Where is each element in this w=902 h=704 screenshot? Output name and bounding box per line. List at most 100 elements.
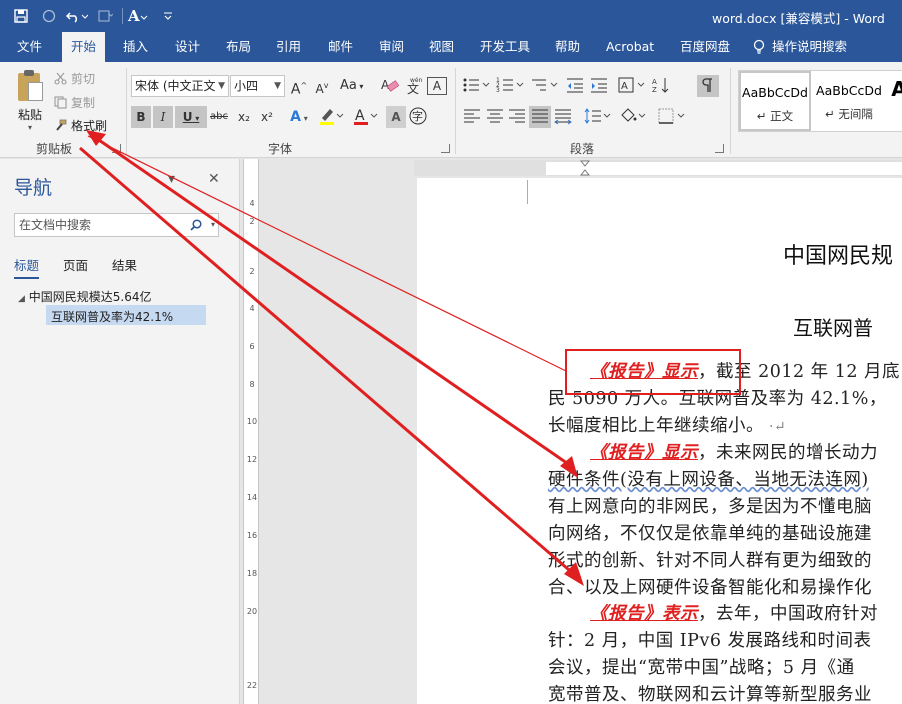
tab-layout[interactable]: 布局	[217, 32, 260, 62]
tree-item-heading-1[interactable]: ◢ 中国网民规模达5.64亿	[18, 288, 151, 305]
nav-tab-pages[interactable]: 页面	[63, 255, 88, 279]
clipboard-paste-icon	[15, 70, 45, 102]
font-icon[interactable]: A	[127, 5, 153, 27]
customize-icon[interactable]	[155, 5, 181, 27]
navigation-search-input[interactable]: 在文档中搜索 ▾	[14, 213, 219, 237]
chevron-down-icon[interactable]: ▾	[211, 214, 215, 236]
bold-button[interactable]: B	[131, 106, 151, 128]
grow-font-button[interactable]: A^	[289, 75, 309, 98]
font-size-dropdown[interactable]: 小四 ▼	[230, 75, 285, 97]
paragraph-line: 合、以及上网硬件设备智能化和易操作化	[548, 578, 872, 598]
numbering-button[interactable]: 123	[496, 75, 526, 97]
collapse-triangle-icon[interactable]: ◢	[18, 294, 25, 304]
indent-marker-icon[interactable]	[580, 160, 590, 176]
copy-button[interactable]: 复制	[54, 94, 95, 111]
align-right-button[interactable]	[507, 106, 527, 128]
style-normal[interactable]: AaBbCcDd ↵ 正文	[739, 71, 811, 131]
tab-insert[interactable]: 插入	[114, 32, 157, 62]
chevron-down-icon[interactable]: ▾	[168, 171, 175, 187]
format-painter-label: 格式刷	[71, 119, 108, 133]
search-icon[interactable]	[190, 219, 202, 231]
nav-tab-results[interactable]: 结果	[112, 255, 137, 279]
redo-icon[interactable]	[92, 5, 118, 27]
undo-icon[interactable]	[64, 5, 90, 27]
ribbon-tabs: 文件 开始 插入 设计 布局 引用 邮件 审阅 视图 开发工具 帮助 Acrob…	[0, 32, 902, 62]
toolbar-divider	[122, 8, 123, 24]
paragraph-line: 形式的创新、针对不同人群有更为细致的	[548, 551, 872, 571]
underline-button[interactable]: U ▾	[175, 106, 207, 128]
tab-file[interactable]: 文件	[8, 32, 51, 62]
tab-design[interactable]: 设计	[166, 32, 209, 62]
lightbulb-icon	[753, 39, 765, 54]
character-shading-button[interactable]: A	[386, 106, 406, 128]
font-name-dropdown[interactable]: 宋体 (中文正文) ▼	[131, 75, 229, 97]
line-spacing-button[interactable]	[582, 106, 612, 128]
tab-references[interactable]: 引用	[267, 32, 310, 62]
tab-baidu-netdisk[interactable]: 百度网盘	[671, 32, 739, 62]
ruler-number: 18	[246, 569, 258, 578]
font-color-button[interactable]: A	[352, 106, 380, 128]
sort-button[interactable]: AZ	[651, 75, 671, 97]
multilevel-list-button[interactable]	[530, 75, 560, 97]
tab-mailings[interactable]: 邮件	[319, 32, 362, 62]
tab-view[interactable]: 视图	[420, 32, 463, 62]
ribbon-home: 粘贴 ▾ 剪切 复制 格式刷 剪贴板 宋体 (中文正文) ▼ 小四 ▼ A^ A…	[0, 62, 902, 158]
shading-button[interactable]	[618, 106, 648, 128]
tell-me-label: 操作说明搜索	[772, 39, 848, 54]
change-case-button[interactable]: Aa ▾	[340, 75, 363, 97]
tell-me-search[interactable]: 操作说明搜索	[752, 32, 847, 62]
svg-text:字: 字	[412, 109, 423, 123]
bullets-button[interactable]	[462, 75, 492, 97]
align-left-button[interactable]	[462, 106, 482, 128]
font-name-value: 宋体 (中文正文)	[135, 79, 221, 93]
underline-glyph: U	[182, 110, 193, 124]
clipboard-launcher-icon[interactable]	[112, 144, 121, 153]
distributed-button[interactable]	[553, 106, 573, 128]
nav-tab-headings[interactable]: 标题	[14, 255, 40, 279]
tree-item-heading-2[interactable]: 互联网普及率为42.1%	[51, 308, 173, 325]
character-border-button[interactable]: A	[427, 77, 447, 95]
font-size-value: 小四	[234, 79, 259, 93]
paragraph-mark-icon: ·↵	[764, 419, 787, 435]
annotation-highlight-box	[565, 349, 741, 395]
tab-acrobat[interactable]: Acrobat	[597, 32, 663, 62]
justify-button[interactable]	[529, 106, 551, 128]
save-icon[interactable]	[8, 5, 34, 27]
highlight-button[interactable]	[318, 106, 346, 128]
outdent-icon	[567, 78, 583, 93]
autosave-icon[interactable]	[36, 5, 62, 27]
decrease-indent-button[interactable]	[565, 75, 585, 97]
phonetic-guide-button[interactable]: wén 文	[404, 75, 424, 97]
highlighter-icon	[320, 109, 344, 125]
superscript-glyph: x²	[261, 110, 273, 124]
style-heading[interactable]: A	[887, 71, 902, 131]
tab-review[interactable]: 审阅	[370, 32, 413, 62]
paste-button[interactable]: 粘贴 ▾	[10, 68, 50, 136]
tab-help[interactable]: 帮助	[546, 32, 589, 62]
document-page[interactable]: 中国网民规 互联网普 《报告》显示，截至 2012 年 12 月底 民 5090…	[417, 178, 902, 704]
borders-button[interactable]	[657, 106, 687, 128]
tab-home[interactable]: 开始	[62, 32, 106, 62]
close-icon[interactable]: ✕	[208, 171, 220, 187]
chinese-layout-button[interactable]: A	[617, 75, 647, 97]
enclose-characters-button[interactable]: 字	[408, 106, 428, 128]
format-painter-button[interactable]: 格式刷	[54, 117, 107, 134]
increase-indent-button[interactable]	[589, 75, 609, 97]
paragraph-launcher-icon[interactable]	[715, 144, 724, 153]
paragraph-text: ，未来网民的增长动力	[698, 443, 878, 463]
shrink-font-button[interactable]: Av	[312, 75, 332, 97]
show-formatting-button[interactable]	[697, 75, 719, 97]
svg-text:A: A	[127, 8, 140, 24]
italic-button[interactable]: I	[153, 106, 173, 128]
text-effects-button[interactable]: A ▾	[289, 106, 309, 128]
tab-developer[interactable]: 开发工具	[471, 32, 539, 62]
strikethrough-button[interactable]: abc	[209, 106, 229, 128]
align-center-button[interactable]	[485, 106, 505, 128]
subscript-button[interactable]: x₂	[234, 106, 254, 128]
style-no-spacing[interactable]: AaBbCcDd ↵ 无间隔	[813, 71, 885, 131]
clear-formatting-button[interactable]: A	[380, 75, 400, 97]
superscript-button[interactable]: x²	[257, 106, 277, 128]
font-launcher-icon[interactable]	[441, 144, 450, 153]
cut-button[interactable]: 剪切	[54, 70, 95, 87]
strikethrough-glyph: abc	[210, 111, 228, 122]
